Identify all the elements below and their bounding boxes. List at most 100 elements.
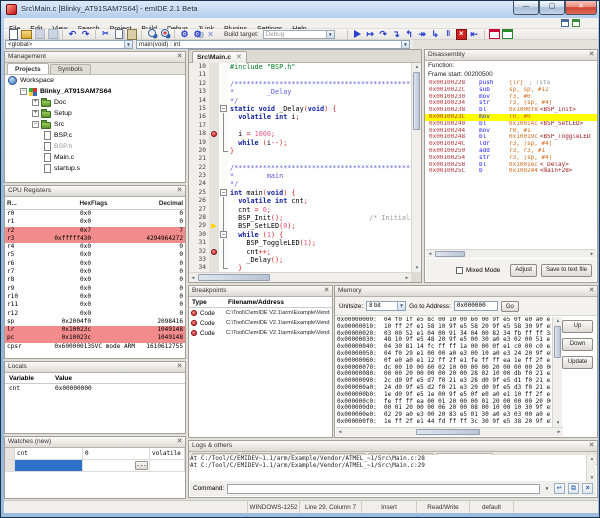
scope-combobox[interactable]: <global> ▼: [5, 40, 133, 49]
tree-item-doc[interactable]: +Doc: [5, 97, 185, 108]
marker-margin[interactable]: [209, 180, 219, 188]
close-icon[interactable]: ✕: [175, 187, 184, 196]
fold-margin[interactable]: −: [219, 105, 228, 113]
code-line[interactable]: 12/*************************************…: [189, 80, 411, 88]
various-info-icon[interactable]: [502, 29, 513, 39]
marker-margin[interactable]: [209, 172, 219, 180]
expander-icon[interactable]: +: [32, 110, 39, 117]
disassembly-horizontal-scrollbar[interactable]: ◄►: [426, 249, 596, 258]
open-file-icon[interactable]: [21, 29, 32, 39]
cut-icon[interactable]: [100, 29, 111, 39]
chevron-down-icon[interactable]: ▼: [124, 41, 132, 48]
marker-margin[interactable]: [209, 139, 219, 147]
compile-icon[interactable]: [179, 29, 190, 39]
code-line[interactable]: 25−int main(void) {: [189, 189, 411, 197]
command-input[interactable]: [227, 484, 540, 494]
stop-debugger-icon[interactable]: [456, 29, 467, 39]
tree-item-workspace[interactable]: Workspace: [5, 75, 185, 86]
code-line[interactable]: 17: [189, 122, 411, 130]
code-line[interactable]: 31 BSP_ToggleLED(1);: [189, 239, 411, 247]
tree-item-setup[interactable]: +Setup: [5, 108, 185, 119]
tree-item-bsp-h[interactable]: BSP.h: [5, 141, 185, 152]
tree-item-src[interactable]: −Src: [5, 119, 185, 130]
expander-icon[interactable]: +: [32, 99, 39, 106]
find-icon[interactable]: [146, 29, 157, 39]
run-to-cursor-icon[interactable]: [365, 29, 376, 39]
code-line[interactable]: 10#include "BSP.h": [189, 63, 411, 71]
adjust-button[interactable]: Adjust: [510, 264, 537, 277]
marker-margin[interactable]: [209, 105, 219, 113]
chevron-down-icon[interactable]: ▼: [397, 302, 405, 310]
marker-margin[interactable]: [209, 63, 219, 71]
log-vertical-scrollbar[interactable]: ▲▼: [586, 455, 596, 482]
marker-margin[interactable]: [209, 189, 219, 197]
unitsize-combobox[interactable]: 8 bit ▼: [366, 301, 406, 311]
breakpoint-row[interactable]: CodeC:\Tool\C\emIDE V2.1\arm\Example\Ven…: [189, 318, 332, 328]
next-line-icon[interactable]: [378, 29, 389, 39]
marker-margin[interactable]: [209, 147, 219, 155]
step-into-instruction-icon[interactable]: [430, 29, 441, 39]
editor-vertical-scrollbar[interactable]: ▲▼: [411, 63, 421, 272]
expander-icon[interactable]: −: [20, 88, 27, 95]
build-target-combobox[interactable]: Debug▼: [263, 30, 335, 39]
debug-continue-icon[interactable]: [352, 29, 363, 39]
marker-margin[interactable]: [209, 214, 219, 222]
chevron-down-icon[interactable]: ▼: [326, 31, 334, 38]
marker-margin[interactable]: [209, 231, 219, 239]
fold-margin[interactable]: −: [219, 231, 228, 239]
code-editor[interactable]: 10#include "BSP.h"1112/*****************…: [189, 63, 411, 272]
marker-margin[interactable]: [209, 206, 219, 214]
marker-margin[interactable]: [209, 122, 219, 130]
debugging-windows-icon[interactable]: [489, 29, 500, 39]
replace-icon[interactable]: [159, 29, 170, 39]
command-send-icon[interactable]: ↵: [554, 483, 565, 494]
step-out-icon[interactable]: [404, 29, 415, 39]
tree-item-startup-s[interactable]: startup.s: [5, 163, 185, 174]
abort-build-icon[interactable]: [205, 29, 216, 39]
close-button[interactable]: ✕: [565, 1, 597, 15]
watch-value[interactable]: 0: [83, 448, 150, 459]
go-button[interactable]: Go: [501, 301, 519, 312]
code-line[interactable]: 21: [189, 155, 411, 163]
close-icon[interactable]: ✕: [587, 287, 596, 296]
code-line[interactable]: 29 BSP_SetLED(0);: [189, 222, 411, 230]
new-project-icon[interactable]: [572, 19, 580, 27]
code-line[interactable]: 26 volatile int cnt;: [189, 197, 411, 205]
marker-margin[interactable]: [209, 197, 219, 205]
watch-new-name-cell[interactable]: [15, 460, 83, 471]
marker-margin[interactable]: [209, 256, 219, 264]
marker-margin[interactable]: [209, 239, 219, 247]
breakpoint-row[interactable]: CodeC:\Tool\C\emIDE V2.1\arm\Example\Ven…: [189, 328, 332, 338]
start-here-icon[interactable]: [561, 19, 569, 27]
memory-horizontal-scrollbar[interactable]: ◄►: [336, 427, 563, 436]
close-icon[interactable]: ✕: [236, 54, 242, 61]
marker-margin[interactable]: [209, 71, 219, 79]
chevron-down-icon[interactable]: ▼: [543, 484, 551, 494]
editor-tab-main-c[interactable]: Src\Main.c✕: [192, 51, 247, 63]
memory-down-button[interactable]: Down: [562, 338, 593, 351]
code-line[interactable]: 11: [189, 71, 411, 79]
close-icon[interactable]: ✕: [175, 438, 184, 447]
command-clear-icon[interactable]: ×: [582, 483, 593, 494]
marker-margin[interactable]: [209, 113, 219, 121]
step-into-icon[interactable]: [391, 29, 402, 39]
code-line[interactable]: 30− while (1) {: [189, 231, 411, 239]
code-line[interactable]: 13* _Delay: [189, 88, 411, 96]
editor-horizontal-scrollbar[interactable]: ◄►: [189, 272, 411, 282]
goto-address-input[interactable]: 0x000000: [454, 301, 498, 311]
code-line[interactable]: 32 cnt++;: [189, 248, 411, 256]
mixed-mode-checkbox[interactable]: [456, 267, 463, 274]
title-bar[interactable]: Src\Main.c [Blinky_AT91SAM7S64] - emIDE …: [1, 1, 599, 19]
close-icon[interactable]: ✕: [587, 442, 596, 451]
code-line[interactable]: 14*/: [189, 97, 411, 105]
code-line[interactable]: 19 while (i--);: [189, 139, 411, 147]
code-line[interactable]: 24*/: [189, 180, 411, 188]
code-line[interactable]: 20}: [189, 147, 411, 155]
code-line[interactable]: 22/*************************************…: [189, 164, 411, 172]
marker-margin[interactable]: [209, 155, 219, 163]
tab-symbols[interactable]: Symbols: [50, 64, 91, 74]
current-line-margin[interactable]: [209, 222, 219, 230]
break-debugger-icon[interactable]: [443, 29, 454, 39]
memory-vertical-scrollbar[interactable]: ▲▼: [552, 317, 562, 427]
breakpoint-margin[interactable]: [209, 248, 219, 256]
